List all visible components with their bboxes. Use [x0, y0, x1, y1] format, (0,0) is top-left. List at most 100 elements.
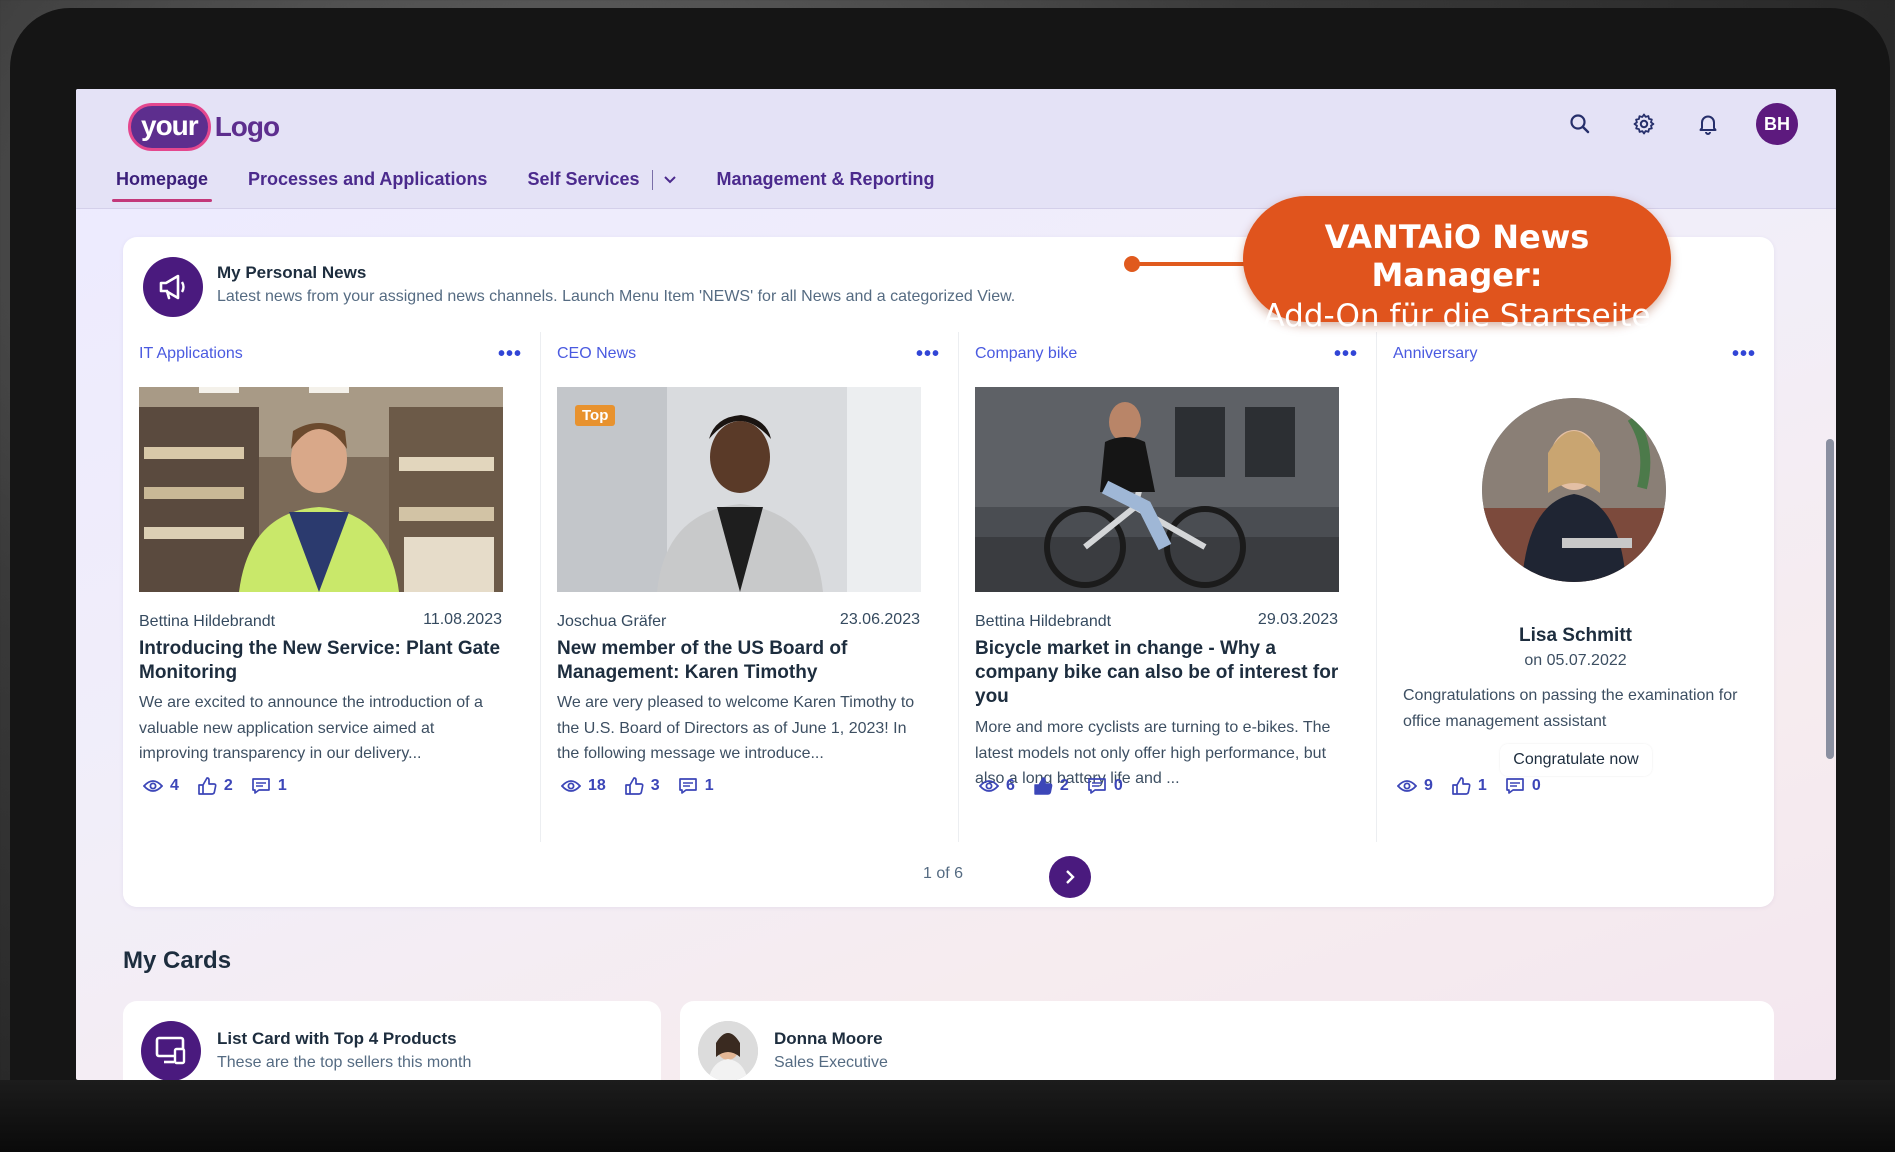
comments-stat[interactable]: 1	[678, 777, 714, 795]
thumbs-up-icon[interactable]	[624, 776, 644, 796]
next-page-button[interactable]	[1049, 856, 1091, 898]
news-category[interactable]: CEO News	[557, 345, 636, 363]
nav-processes-applications[interactable]: Processes and Applications	[248, 161, 487, 202]
comment-icon[interactable]	[1087, 777, 1107, 795]
news-title-text[interactable]: Bicycle market in change - Why a company…	[975, 637, 1339, 709]
comments-stat[interactable]: 1	[251, 777, 287, 795]
nav-homepage[interactable]: Homepage	[111, 161, 213, 202]
contact-photo	[698, 1021, 758, 1080]
anniversary-date: on 05.07.2022	[1524, 652, 1627, 669]
callout-subtitle: Add-On für die Startseite	[1263, 298, 1651, 334]
news-excerpt: We are very pleased to welcome Karen Tim…	[557, 694, 915, 762]
news-author: Bettina Hildebrandt	[975, 613, 1112, 630]
news-category[interactable]: Anniversary	[1393, 345, 1477, 363]
news-author: Bettina Hildebrandt	[139, 613, 276, 630]
company-logo[interactable]: your Logo	[128, 103, 280, 151]
chevron-right-icon	[1066, 870, 1075, 884]
anniversary-card[interactable]: Anniversary ••• Lisa Schmitt on 05.07.20…	[1377, 332, 1774, 842]
eye-icon	[1397, 780, 1417, 792]
card-subtitle: These are the top sellers this month	[217, 1054, 472, 1071]
employee-name: Lisa Schmitt	[1519, 625, 1632, 646]
news-image-executive-portrait: Top	[557, 387, 921, 592]
views-count: 6	[1006, 777, 1015, 794]
megaphone-icon	[143, 257, 203, 317]
list-card[interactable]: List Card with Top 4 Products These are …	[123, 1001, 661, 1080]
nav-self-services-label: Self Services	[527, 169, 640, 189]
search-icon[interactable]	[1564, 108, 1596, 140]
my-cards-heading: My Cards	[123, 947, 232, 974]
bell-icon[interactable]	[1692, 108, 1724, 140]
views-stat: 9	[1397, 777, 1433, 795]
nav-separator	[651, 169, 653, 190]
nav-self-services[interactable]: Self Services	[527, 161, 676, 202]
news-card[interactable]: Company bike ••• Bettina Hildebrandt 29.…	[959, 332, 1377, 842]
header-actions: BH	[1564, 103, 1798, 145]
contact-card[interactable]: Donna Moore Sales Executive	[680, 1001, 1774, 1080]
likes-stat[interactable]: 2	[1033, 776, 1069, 796]
chevron-down-icon[interactable]	[663, 175, 677, 185]
top-badge: Top	[575, 405, 616, 426]
personal-news-widget: My Personal News Latest news from your a…	[123, 237, 1774, 907]
app-screen: your Logo BH Homepage Processes and Appl…	[76, 89, 1836, 1080]
likes-count: 3	[650, 777, 660, 794]
likes-stat[interactable]: 2	[197, 776, 233, 796]
thumbs-up-icon[interactable]	[197, 776, 217, 796]
main-navigation: Homepage Processes and Applications Self…	[111, 161, 935, 202]
thumbs-up-icon[interactable]	[1451, 776, 1471, 796]
news-title-text[interactable]: New member of the US Board of Management…	[557, 637, 921, 685]
news-stats: 6 2 0	[979, 776, 1123, 796]
comment-icon[interactable]	[251, 777, 271, 795]
news-pager: 1 of 6	[123, 842, 1774, 907]
more-options-icon[interactable]: •••	[1732, 343, 1756, 366]
thumbs-up-filled-icon[interactable]	[1033, 776, 1053, 796]
comments-stat[interactable]: 0	[1505, 777, 1541, 795]
news-excerpt: We are excited to announce the introduct…	[139, 694, 483, 762]
comments-count: 1	[277, 777, 287, 794]
likes-count: 2	[1059, 777, 1069, 794]
comments-count: 0	[1531, 777, 1541, 794]
news-card[interactable]: CEO News ••• Top Joschua Gräfer 23.06.20…	[541, 332, 959, 842]
anniversary-message: Congratulations on passing the examinati…	[1403, 687, 1738, 730]
more-options-icon[interactable]: •••	[498, 343, 522, 366]
views-count: 18	[588, 777, 606, 794]
employee-photo	[1482, 398, 1666, 582]
news-date: 29.03.2023	[1257, 611, 1338, 628]
news-title-text[interactable]: Introducing the New Service: Plant Gate …	[139, 637, 503, 685]
promo-callout: VANTAiO News Manager: Add-On für die Sta…	[1243, 196, 1671, 334]
news-stats: 9 1 0	[1397, 776, 1541, 796]
logo-your: your	[128, 103, 211, 151]
eye-icon	[979, 780, 999, 792]
card-title: Donna Moore	[774, 1029, 883, 1048]
more-options-icon[interactable]: •••	[1334, 343, 1358, 366]
logo-text: Logo	[214, 111, 280, 142]
user-avatar[interactable]: BH	[1756, 103, 1798, 145]
news-title: My Personal News	[217, 263, 367, 282]
congratulate-button[interactable]: Congratulate now	[1500, 744, 1652, 776]
comments-stat[interactable]: 0	[1087, 777, 1123, 795]
callout-pointer-dot	[1124, 256, 1140, 272]
news-author: Joschua Gräfer	[557, 613, 667, 630]
news-category[interactable]: IT Applications	[139, 345, 243, 363]
likes-stat[interactable]: 3	[624, 776, 660, 796]
likes-count: 2	[223, 777, 233, 794]
news-stats: 18 3 1	[561, 776, 714, 796]
news-card[interactable]: IT Applications ••• Bettina Hildebrandt …	[123, 332, 541, 842]
more-options-icon[interactable]: •••	[916, 343, 940, 366]
comment-icon[interactable]	[1505, 777, 1525, 795]
news-category[interactable]: Company bike	[975, 345, 1077, 363]
comments-count: 0	[1113, 777, 1123, 794]
views-count: 9	[1424, 777, 1433, 794]
comment-icon[interactable]	[678, 777, 698, 795]
card-title: List Card with Top 4 Products	[217, 1029, 457, 1048]
eye-icon	[561, 780, 581, 792]
news-date: 11.08.2023	[423, 611, 502, 628]
nav-management-reporting[interactable]: Management & Reporting	[717, 161, 935, 202]
likes-stat[interactable]: 1	[1451, 776, 1487, 796]
callout-title: VANTAiO News Manager:	[1324, 218, 1590, 294]
gear-icon[interactable]	[1628, 108, 1660, 140]
views-stat: 6	[979, 777, 1015, 795]
likes-count: 1	[1477, 777, 1487, 794]
laptop-bottom-bezel	[0, 1080, 1895, 1152]
news-stats: 4 2 1	[143, 776, 287, 796]
vertical-scrollbar[interactable]	[1826, 439, 1834, 759]
